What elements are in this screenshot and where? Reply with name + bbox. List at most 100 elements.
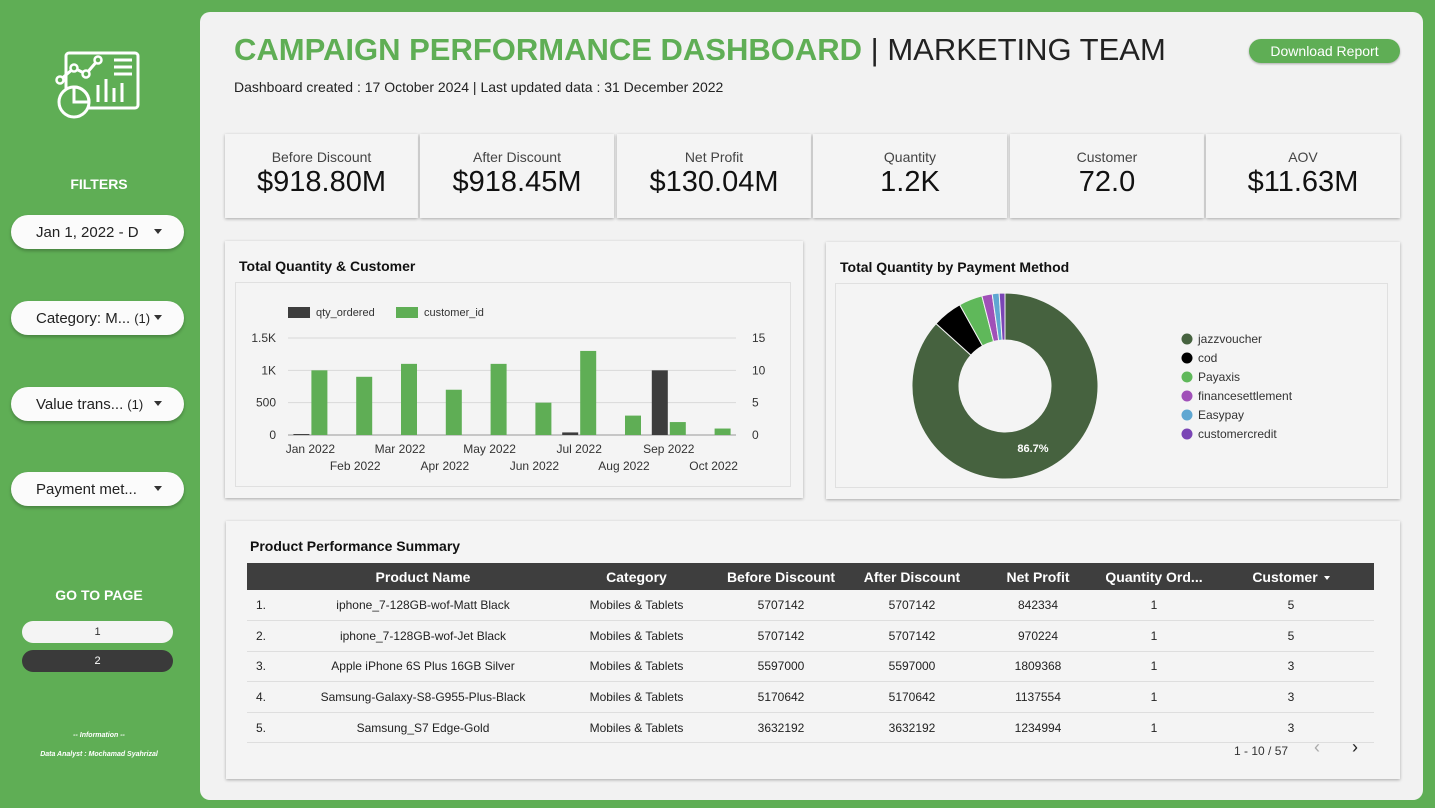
filter-count: (1) — [127, 396, 144, 412]
col-customer-label: Customer — [1252, 568, 1318, 585]
table-row[interactable]: 4. Samsung-Galaxy-S8-G955-Plus-Black Mobil… — [247, 681, 1374, 713]
page-subtitle: Dashboard created : 17 October 2024 | La… — [234, 79, 724, 95]
table-cell: Mobiles & Tablets — [559, 590, 714, 622]
sort-desc-icon — [1323, 575, 1330, 580]
legend-label-qty: qty_ordered — [316, 307, 375, 319]
kpi-card-after-discount: After Discount $918.45M — [420, 134, 614, 218]
goto-page-title: GO TO PAGE — [55, 587, 143, 603]
category-filter[interactable]: Category: M... (1) — [11, 301, 184, 335]
kpi-label: AOV — [1288, 149, 1318, 165]
kpi-card-customer: Customer 72.0 — [1010, 134, 1204, 218]
table-cell: 1234994 — [976, 712, 1100, 744]
value-transaction-filter[interactable]: Value trans... (1) — [11, 387, 184, 421]
y-right-tick-label: 0 — [752, 428, 759, 442]
chart-area: qty_ordered customer_id 0 0 500 5 1K 10 1.5K 15… — [235, 282, 791, 487]
bar-chart: qty_ordered customer_id 0 0 500 5 1K 10 1.5K 15… — [251, 307, 766, 473]
table-cell: 5597000 — [848, 651, 976, 683]
kpi-value: 1.2K — [880, 166, 940, 198]
table-cell: Mobiles & Tablets — [559, 712, 714, 744]
y-left-tick-label: 0 — [269, 428, 276, 442]
y-left-tick-label: 1.5K — [251, 331, 276, 345]
legend-label: cod — [1198, 351, 1217, 365]
pagination-label: 1 - 10 / 57 — [1234, 744, 1289, 758]
table-cell: 1 — [1100, 712, 1208, 744]
filter-label: Jan 1, 2022 - D — [36, 223, 139, 241]
table-cell: 5 — [1208, 590, 1374, 622]
col-quantity-ordered[interactable]: Quantity Ord... — [1100, 563, 1208, 590]
payment-method-filter[interactable]: Payment met... — [11, 472, 184, 506]
chevron-down-icon — [154, 315, 162, 320]
table-row[interactable]: 2. iphone_7-128GB-wof-Jet Black Mobiles & … — [247, 620, 1374, 652]
table-body: 1. iphone_7-128GB-wof-Matt Black Mobiles &… — [247, 590, 1374, 744]
bar-customer-id — [356, 376, 373, 435]
row-index: 5. — [247, 712, 287, 744]
table-cell: iphone_7-128GB-wof-Jet Black — [287, 620, 559, 652]
chevron-down-icon — [154, 401, 162, 406]
kpi-value: $130.04M — [649, 166, 779, 198]
col-after-discount[interactable]: After Discount — [848, 563, 976, 590]
y-left-tick-label: 500 — [256, 396, 276, 410]
filter-label: Category: M... — [36, 309, 131, 327]
download-report-button[interactable]: Download Report — [1249, 39, 1400, 63]
info-heading: -- Information -- — [73, 732, 125, 739]
col-net-profit[interactable]: Net Profit — [976, 563, 1100, 590]
legend-label: financesettlement — [1198, 389, 1293, 403]
legend-dot — [1181, 371, 1193, 383]
table-cell: iphone_7-128GB-wof-Matt Black — [287, 590, 559, 622]
legend-dot — [1181, 333, 1193, 345]
page-title: CAMPAIGN PERFORMANCE DASHBOARD | MARKETI… — [234, 32, 1166, 68]
x-tick-label: Sep 2022 — [643, 442, 695, 456]
page-2-button[interactable]: 2 — [22, 650, 173, 672]
row-index: 1. — [247, 590, 287, 622]
dashboard-analytics-icon — [55, 51, 140, 119]
x-tick-label: Jan 2022 — [286, 442, 336, 456]
kpi-card-before-discount: Before Discount $918.80M — [225, 134, 418, 218]
table-cell: 3632192 — [848, 712, 976, 744]
table-cell: Mobiles & Tablets — [559, 620, 714, 652]
col-before-discount[interactable]: Before Discount — [714, 563, 848, 590]
table-row[interactable]: 3. Apple iPhone 6S Plus 16GB Silver Mobile… — [247, 651, 1374, 683]
table-cell: 3 — [1208, 712, 1374, 744]
table-cell: 970224 — [976, 620, 1100, 652]
table-cell: 1809368 — [976, 651, 1100, 683]
next-page-icon[interactable]: › — [1352, 737, 1358, 758]
table-cell: 1137554 — [976, 681, 1100, 713]
col-customer[interactable]: Customer — [1208, 563, 1374, 590]
table-cell: Apple iPhone 6S Plus 16GB Silver — [287, 651, 559, 683]
chevron-down-icon — [154, 229, 162, 234]
kpi-label: Customer — [1076, 149, 1138, 165]
col-product-name[interactable]: Product Name — [287, 563, 559, 590]
legend-label: Easypay — [1198, 408, 1244, 422]
col-index — [247, 563, 287, 590]
table-cell: 5707142 — [848, 620, 976, 652]
table-cell: 5170642 — [714, 681, 848, 713]
page-1-button[interactable]: 1 — [22, 621, 173, 643]
legend-swatch-customer — [396, 307, 418, 318]
bar-customer-id — [490, 363, 507, 435]
chevron-down-icon — [154, 486, 162, 491]
payment-method-chart-card: Total Quantity by Payment Method 86.7% j… — [826, 242, 1400, 499]
col-category[interactable]: Category — [559, 563, 714, 590]
title-accent: CAMPAIGN PERFORMANCE DASHBOARD — [234, 32, 863, 67]
table-header-row: Product Name Category Before Discount Af… — [247, 563, 1374, 590]
table-row[interactable]: 5. Samsung_S7 Edge-Gold Mobiles & Tablets 3… — [247, 712, 1374, 744]
kpi-value: $918.45M — [452, 166, 582, 198]
prev-page-icon[interactable]: ‹ — [1314, 737, 1320, 758]
info-analyst: Data Analyst : Mochamad Syahrizal — [40, 751, 158, 758]
x-tick-label: Mar 2022 — [375, 442, 426, 456]
table-cell: 5707142 — [714, 590, 848, 622]
table-row[interactable]: 1. iphone_7-128GB-wof-Matt Black Mobiles &… — [247, 590, 1374, 622]
table-cell: 1 — [1100, 620, 1208, 652]
quantity-customer-chart-card: Total Quantity & Customer qty_ordered cu… — [225, 241, 803, 498]
legend-label-customer: customer_id — [424, 307, 484, 319]
table-cell: 5 — [1208, 620, 1374, 652]
date-range-filter[interactable]: Jan 1, 2022 - D — [11, 215, 184, 249]
legend-dot — [1181, 409, 1193, 421]
legend-label: jazzvoucher — [1197, 332, 1262, 346]
legend-dot — [1181, 352, 1193, 364]
kpi-value: 72.0 — [1078, 166, 1136, 198]
table-cell: Mobiles & Tablets — [559, 681, 714, 713]
product-table: Product Name Category Before Discount Af… — [247, 563, 1374, 744]
x-tick-label: Apr 2022 — [420, 459, 469, 473]
y-right-tick-label: 10 — [752, 363, 766, 377]
